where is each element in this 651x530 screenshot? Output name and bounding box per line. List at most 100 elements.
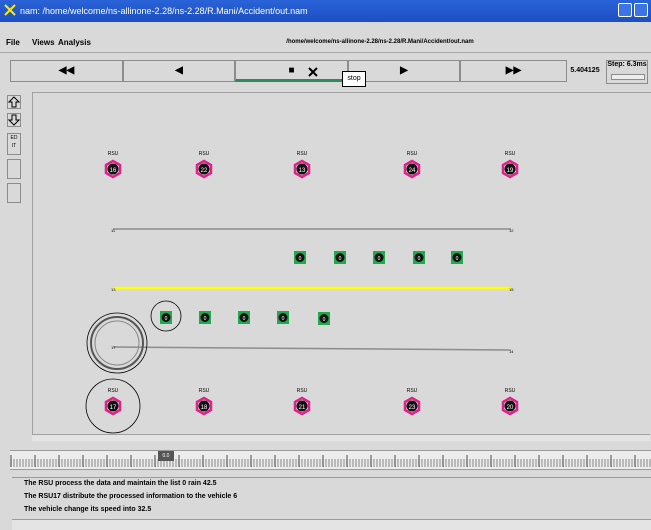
rsu-label: RSU — [108, 388, 119, 394]
vehicle-lower-5[interactable]: 0 — [318, 312, 330, 325]
time-readout: 5.404125 — [570, 67, 600, 74]
minimize-button[interactable] — [618, 3, 632, 17]
rsu-label: RSU — [297, 151, 308, 157]
annotation-log: The RSU process the data and maintain th… — [12, 477, 651, 522]
rewind-button[interactable]: ◀◀ — [10, 60, 123, 82]
vehicle-id: 0 — [282, 316, 285, 322]
menu-file[interactable]: File — [6, 38, 20, 47]
rewind-icon: ◀◀ — [58, 65, 75, 76]
timeline-ticks — [10, 451, 651, 469]
rsu-18[interactable]: RSU 18 — [195, 388, 213, 416]
cursor-x-icon — [308, 67, 318, 77]
rsu-label: RSU — [407, 388, 418, 394]
vehicle-upper-3[interactable]: 0 — [373, 251, 385, 264]
rsu-label: RSU — [108, 151, 119, 157]
rsu-22[interactable]: RSU 22 — [195, 151, 213, 179]
log-scrollbar[interactable] — [12, 519, 651, 530]
rsu-20[interactable]: RSU 20 — [501, 388, 519, 416]
vehicle-id: 0 — [418, 256, 421, 262]
lane-1-right-label: 12 — [509, 228, 514, 233]
timeline-slider[interactable]: 0.0 — [10, 450, 651, 470]
zoom-in-button[interactable] — [7, 95, 21, 109]
rsu-16[interactable]: RSU 16 — [104, 151, 122, 179]
window-title: nam: /home/welcome/ns-allinone-2.28/ns-2… — [20, 6, 308, 16]
vehicle-id: 0 — [323, 317, 326, 323]
rsu-id: 19 — [507, 168, 514, 174]
log-line: The RSU process the data and maintain th… — [24, 480, 217, 487]
vehicle-id: 0 — [243, 316, 246, 322]
zoom-out-icon — [7, 114, 21, 126]
step-control[interactable]: Step: 6.3ms — [606, 60, 648, 84]
zoom-in-icon — [7, 96, 21, 108]
vehicle-upper-4[interactable]: 0 — [413, 251, 425, 264]
back-icon: ◀ — [175, 65, 183, 76]
stop-icon: ■ — [288, 65, 295, 76]
network-svg: 11 12 13 15 17 14 RSU 16 RSU 22 RSU 13 R… — [85, 151, 519, 434]
vehicle-lower-1[interactable]: 0 — [160, 311, 172, 324]
log-line: The vehicle change its speed into 32.5 — [24, 506, 152, 513]
range-circle-core — [94, 320, 140, 366]
vehicle-id: 0 — [165, 316, 168, 322]
rsu-id: 23 — [409, 405, 416, 411]
network-canvas[interactable]: 11 12 13 15 17 14 RSU 16 RSU 22 RSU 13 R… — [32, 92, 651, 435]
rsu-label: RSU — [297, 388, 308, 394]
rsu-label: RSU — [199, 151, 210, 157]
rsu-id: 16 — [110, 168, 117, 174]
lane-3 — [112, 346, 512, 351]
edit-tool-button[interactable]: ED IT — [7, 133, 21, 155]
rsu-id: 18 — [201, 405, 208, 411]
lane-2-right-label: 15 — [509, 287, 514, 292]
stop-button[interactable]: ■ — [235, 60, 348, 82]
vehicle-id: 0 — [378, 256, 381, 262]
rsu-id: 21 — [299, 405, 306, 411]
canvas-horizontal-scrollbar[interactable] — [32, 434, 650, 441]
zoom-out-button[interactable] — [7, 113, 21, 127]
rsu-24[interactable]: RSU 24 — [403, 151, 421, 179]
menu-analysis[interactable]: Analysis — [58, 38, 91, 47]
vehicle-lower-4[interactable]: 0 — [277, 311, 289, 324]
rsu-label: RSU — [505, 151, 516, 157]
menu-views[interactable]: Views — [32, 38, 55, 47]
vehicle-upper-2[interactable]: 0 — [334, 251, 346, 264]
vehicle-lower-2[interactable]: 0 — [199, 311, 211, 324]
range-circle-outer — [86, 312, 148, 374]
rsu-id: 13 — [299, 168, 306, 174]
vehicle-id: 0 — [339, 256, 342, 262]
rsu-id: 22 — [201, 168, 208, 174]
timeline-marker[interactable]: 0.0 — [158, 451, 174, 461]
title-bar: nam: /home/welcome/ns-allinone-2.28/ns-2… — [0, 0, 651, 22]
slider-tool-button-2[interactable] — [7, 183, 21, 203]
rsu-id: 24 — [409, 168, 416, 174]
vehicle-id: 0 — [456, 256, 459, 262]
rsu-19[interactable]: RSU 19 — [501, 151, 519, 179]
lane-3-left-label: 17 — [111, 345, 116, 350]
play-icon: ▶ — [400, 65, 408, 76]
rsu-label: RSU — [199, 388, 210, 394]
step-label: Step: 6.3ms — [607, 61, 647, 68]
zoom-toolbar: ED IT — [4, 93, 24, 433]
rsu-label: RSU — [407, 151, 418, 157]
rsu-13[interactable]: RSU 13 — [293, 151, 311, 179]
rsu-23[interactable]: RSU 23 — [403, 388, 421, 416]
vehicle-upper-5[interactable]: 0 — [451, 251, 463, 264]
menu-bar: File Views Analysis /home/welcome/ns-all… — [0, 36, 651, 53]
fast-forward-button[interactable]: ▶▶ — [460, 60, 567, 82]
file-path-label: /home/welcome/ns-allinone-2.28/ns-2.28/R… — [286, 39, 474, 45]
lane-3-right-label: 14 — [509, 349, 514, 354]
slider-tool-button[interactable] — [7, 159, 21, 179]
vehicle-id: 0 — [204, 316, 207, 322]
step-slider[interactable] — [611, 74, 645, 80]
rsu-21[interactable]: RSU 21 — [293, 388, 311, 416]
app-icon — [4, 4, 16, 16]
fast-forward-icon: ▶▶ — [505, 65, 522, 76]
lane-2-left-label: 13 — [111, 287, 116, 292]
vehicle-id: 0 — [299, 256, 302, 262]
rsu-id: 20 — [507, 405, 514, 411]
rsu-label: RSU — [505, 388, 516, 394]
vehicle-lower-3[interactable]: 0 — [238, 311, 250, 324]
vehicle-upper-1[interactable]: 0 — [294, 251, 306, 264]
rsu-id: 17 — [110, 405, 117, 411]
back-button[interactable]: ◀ — [123, 60, 235, 82]
rsu-17[interactable]: RSU 17 — [104, 388, 122, 416]
close-button[interactable] — [634, 3, 648, 17]
